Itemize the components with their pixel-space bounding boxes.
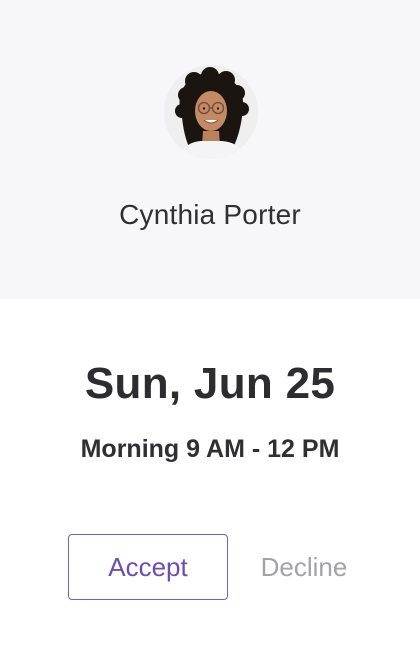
avatar xyxy=(164,65,258,159)
appointment-date: Sun, Jun 25 xyxy=(84,359,336,408)
appointment-time-slot: Morning 9 AM - 12 PM xyxy=(80,435,340,463)
accept-button[interactable]: Accept xyxy=(68,534,228,600)
profile-header: Cynthia Porter xyxy=(0,0,420,299)
appointment-request-card: Cynthia Porter Sun, Jun 25 Morning 9 AM … xyxy=(0,0,420,660)
decline-button[interactable]: Decline xyxy=(244,534,364,600)
avatar-portrait-image xyxy=(164,65,258,159)
contact-name: Cynthia Porter xyxy=(119,199,301,230)
